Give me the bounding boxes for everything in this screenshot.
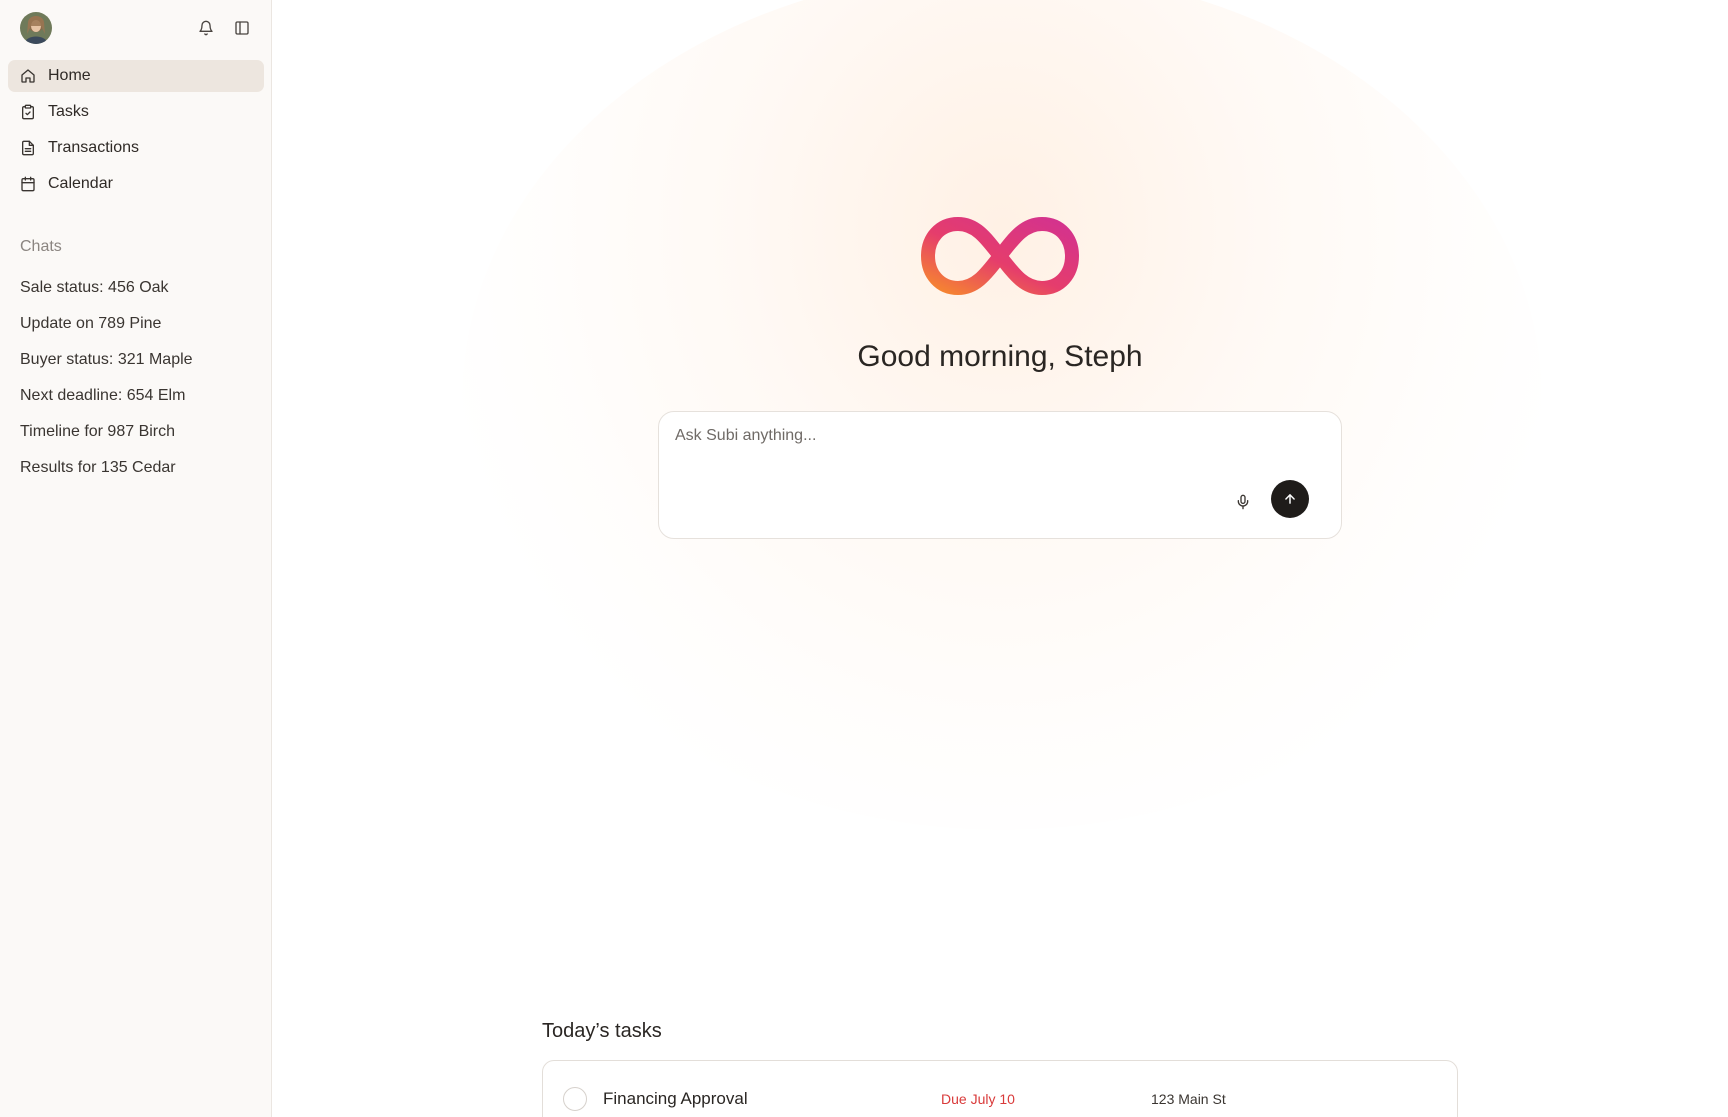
task-row[interactable]: Financing Approval Due July 10 123 Main … (543, 1061, 1459, 1117)
clipboard-check-icon (20, 104, 36, 120)
chat-item[interactable]: Update on 789 Pine (20, 310, 260, 346)
ask-input[interactable] (673, 422, 1233, 450)
greeting: Good morning, Steph (857, 340, 1143, 373)
task-due-date: Due July 10 (941, 1091, 1015, 1107)
task-address: 123 Main St (1151, 1091, 1226, 1107)
chat-item[interactable]: Timeline for 987 Birch (20, 418, 260, 454)
chats-heading: Chats (20, 238, 62, 255)
tasks-heading: Today’s tasks (542, 1020, 662, 1042)
send-button[interactable] (1271, 480, 1309, 518)
chat-item[interactable]: Next deadline: 654 Elm (20, 382, 260, 418)
chat-list: Sale status: 456 Oak Update on 789 Pine … (20, 274, 260, 490)
calendar-icon (20, 176, 36, 192)
nav-item-label: Tasks (48, 103, 89, 120)
tasks-card: Financing Approval Due July 10 123 Main … (542, 1060, 1458, 1117)
main-content: Good morning, Steph Today’s tasks Financ… (272, 0, 1728, 1117)
nav-item-label: Transactions (48, 139, 139, 156)
infinity-logo-icon (920, 216, 1080, 296)
task-title: Financing Approval (603, 1089, 748, 1108)
sidebar: Home Tasks Transactions Calendar Chats S… (0, 0, 272, 1117)
arrow-up-icon (1285, 494, 1295, 504)
main-nav: Home Tasks Transactions Calendar (8, 60, 264, 204)
nav-item-label: Calendar (48, 175, 113, 192)
avatar[interactable] (20, 12, 52, 44)
home-icon (20, 68, 36, 84)
document-icon (20, 140, 36, 156)
nav-item-tasks[interactable]: Tasks (8, 96, 264, 128)
nav-item-label: Home (48, 67, 91, 84)
bell-icon[interactable] (194, 16, 218, 40)
task-checkbox[interactable] (563, 1087, 587, 1111)
chat-item[interactable]: Sale status: 456 Oak (20, 274, 260, 310)
nav-item-calendar[interactable]: Calendar (8, 168, 264, 200)
sidebar-toggle-icon[interactable] (230, 16, 254, 40)
chat-item[interactable]: Buyer status: 321 Maple (20, 346, 260, 382)
chat-item[interactable]: Results for 135 Cedar (20, 454, 260, 490)
nav-item-home[interactable]: Home (8, 60, 264, 92)
nav-item-transactions[interactable]: Transactions (8, 132, 264, 164)
microphone-icon[interactable] (1231, 490, 1255, 514)
ask-box (658, 411, 1342, 539)
sidebar-header (0, 0, 272, 56)
